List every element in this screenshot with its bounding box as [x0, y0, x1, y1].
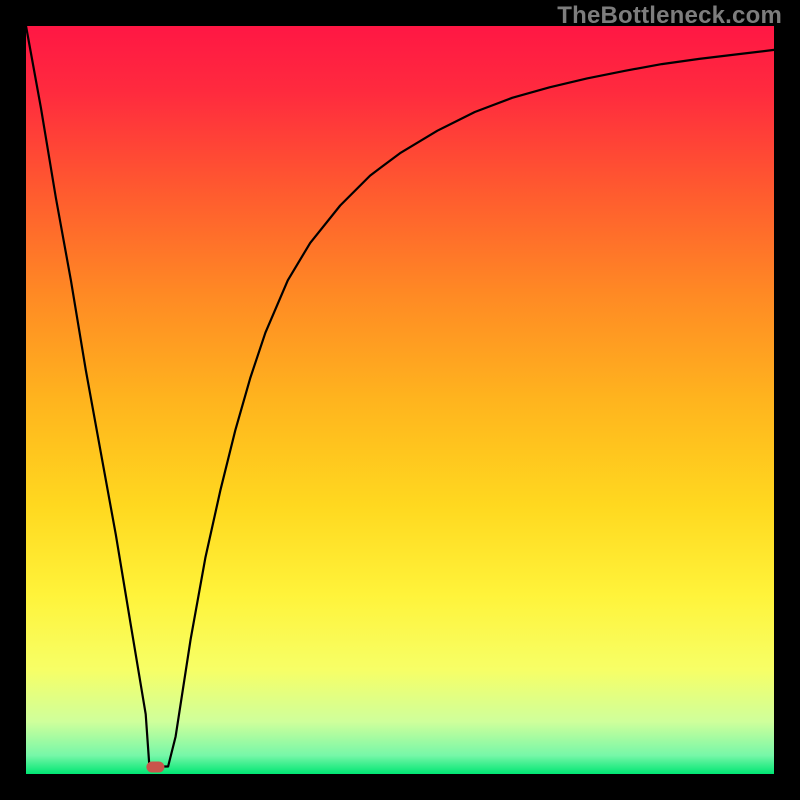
chart-stage: TheBottleneck.com — [0, 0, 800, 800]
bottleneck-chart — [0, 0, 800, 800]
watermark-label: TheBottleneck.com — [557, 2, 782, 30]
optimal-point-marker — [146, 762, 164, 773]
